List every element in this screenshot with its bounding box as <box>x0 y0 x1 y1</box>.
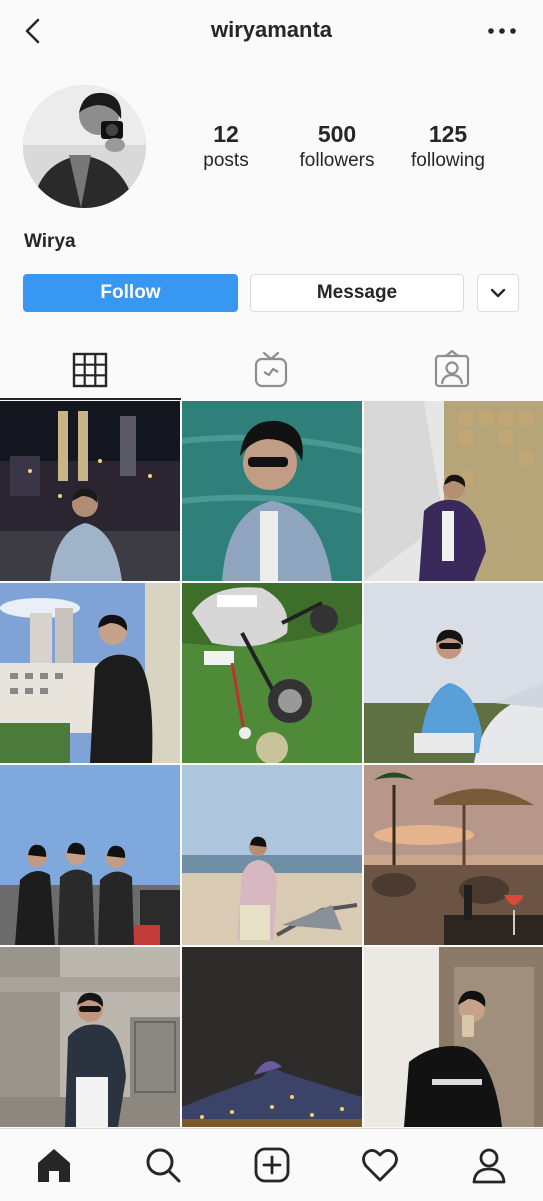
post-thumbnail[interactable] <box>182 947 362 1127</box>
post-thumbnail[interactable] <box>0 947 180 1127</box>
post-thumbnail[interactable] <box>0 401 180 581</box>
home-icon[interactable] <box>34 1145 74 1185</box>
post-thumbnail[interactable] <box>364 765 543 945</box>
profile-username: wiryamanta <box>210 17 333 42</box>
top-bar: wiryamanta <box>0 0 543 62</box>
grid-icon[interactable] <box>70 350 110 390</box>
stat-followers-count: 500 <box>317 121 357 147</box>
stat-posts-count: 12 <box>213 121 239 147</box>
post-thumbnail[interactable] <box>364 401 543 581</box>
igtv-icon[interactable] <box>251 350 291 390</box>
suggested-accounts-button[interactable] <box>477 274 519 312</box>
profile-avatar[interactable] <box>23 85 146 208</box>
post-thumbnail[interactable] <box>364 583 543 763</box>
post-thumbnail[interactable] <box>0 583 180 763</box>
new-post-icon[interactable] <box>252 1145 292 1185</box>
active-tab-indicator <box>0 398 181 400</box>
message-button[interactable]: Message <box>250 274 464 312</box>
search-icon[interactable] <box>143 1145 183 1185</box>
stat-followers-label: followers <box>299 150 375 171</box>
tagged-icon[interactable] <box>432 350 472 390</box>
posts-grid <box>0 401 543 1127</box>
profile-display-name: Wirya <box>24 231 76 252</box>
stat-posts-label: posts <box>203 150 249 171</box>
bottom-navigation <box>0 1128 543 1201</box>
more-options-icon[interactable] <box>485 20 519 42</box>
profile-icon[interactable] <box>469 1145 509 1185</box>
stat-following-count: 125 <box>428 121 468 147</box>
follow-button[interactable]: Follow <box>23 274 238 312</box>
activity-icon[interactable] <box>360 1145 400 1185</box>
stat-following[interactable]: 125 following <box>393 120 503 174</box>
stat-following-label: following <box>411 150 485 171</box>
chevron-down-icon <box>490 288 506 298</box>
post-thumbnail[interactable] <box>364 947 543 1127</box>
stat-posts[interactable]: 12 posts <box>171 120 281 174</box>
post-thumbnail[interactable] <box>182 765 362 945</box>
profile-tabs <box>0 342 543 398</box>
post-thumbnail[interactable] <box>0 765 180 945</box>
post-thumbnail[interactable] <box>182 583 362 763</box>
post-thumbnail[interactable] <box>182 401 362 581</box>
stat-followers[interactable]: 500 followers <box>282 120 392 174</box>
